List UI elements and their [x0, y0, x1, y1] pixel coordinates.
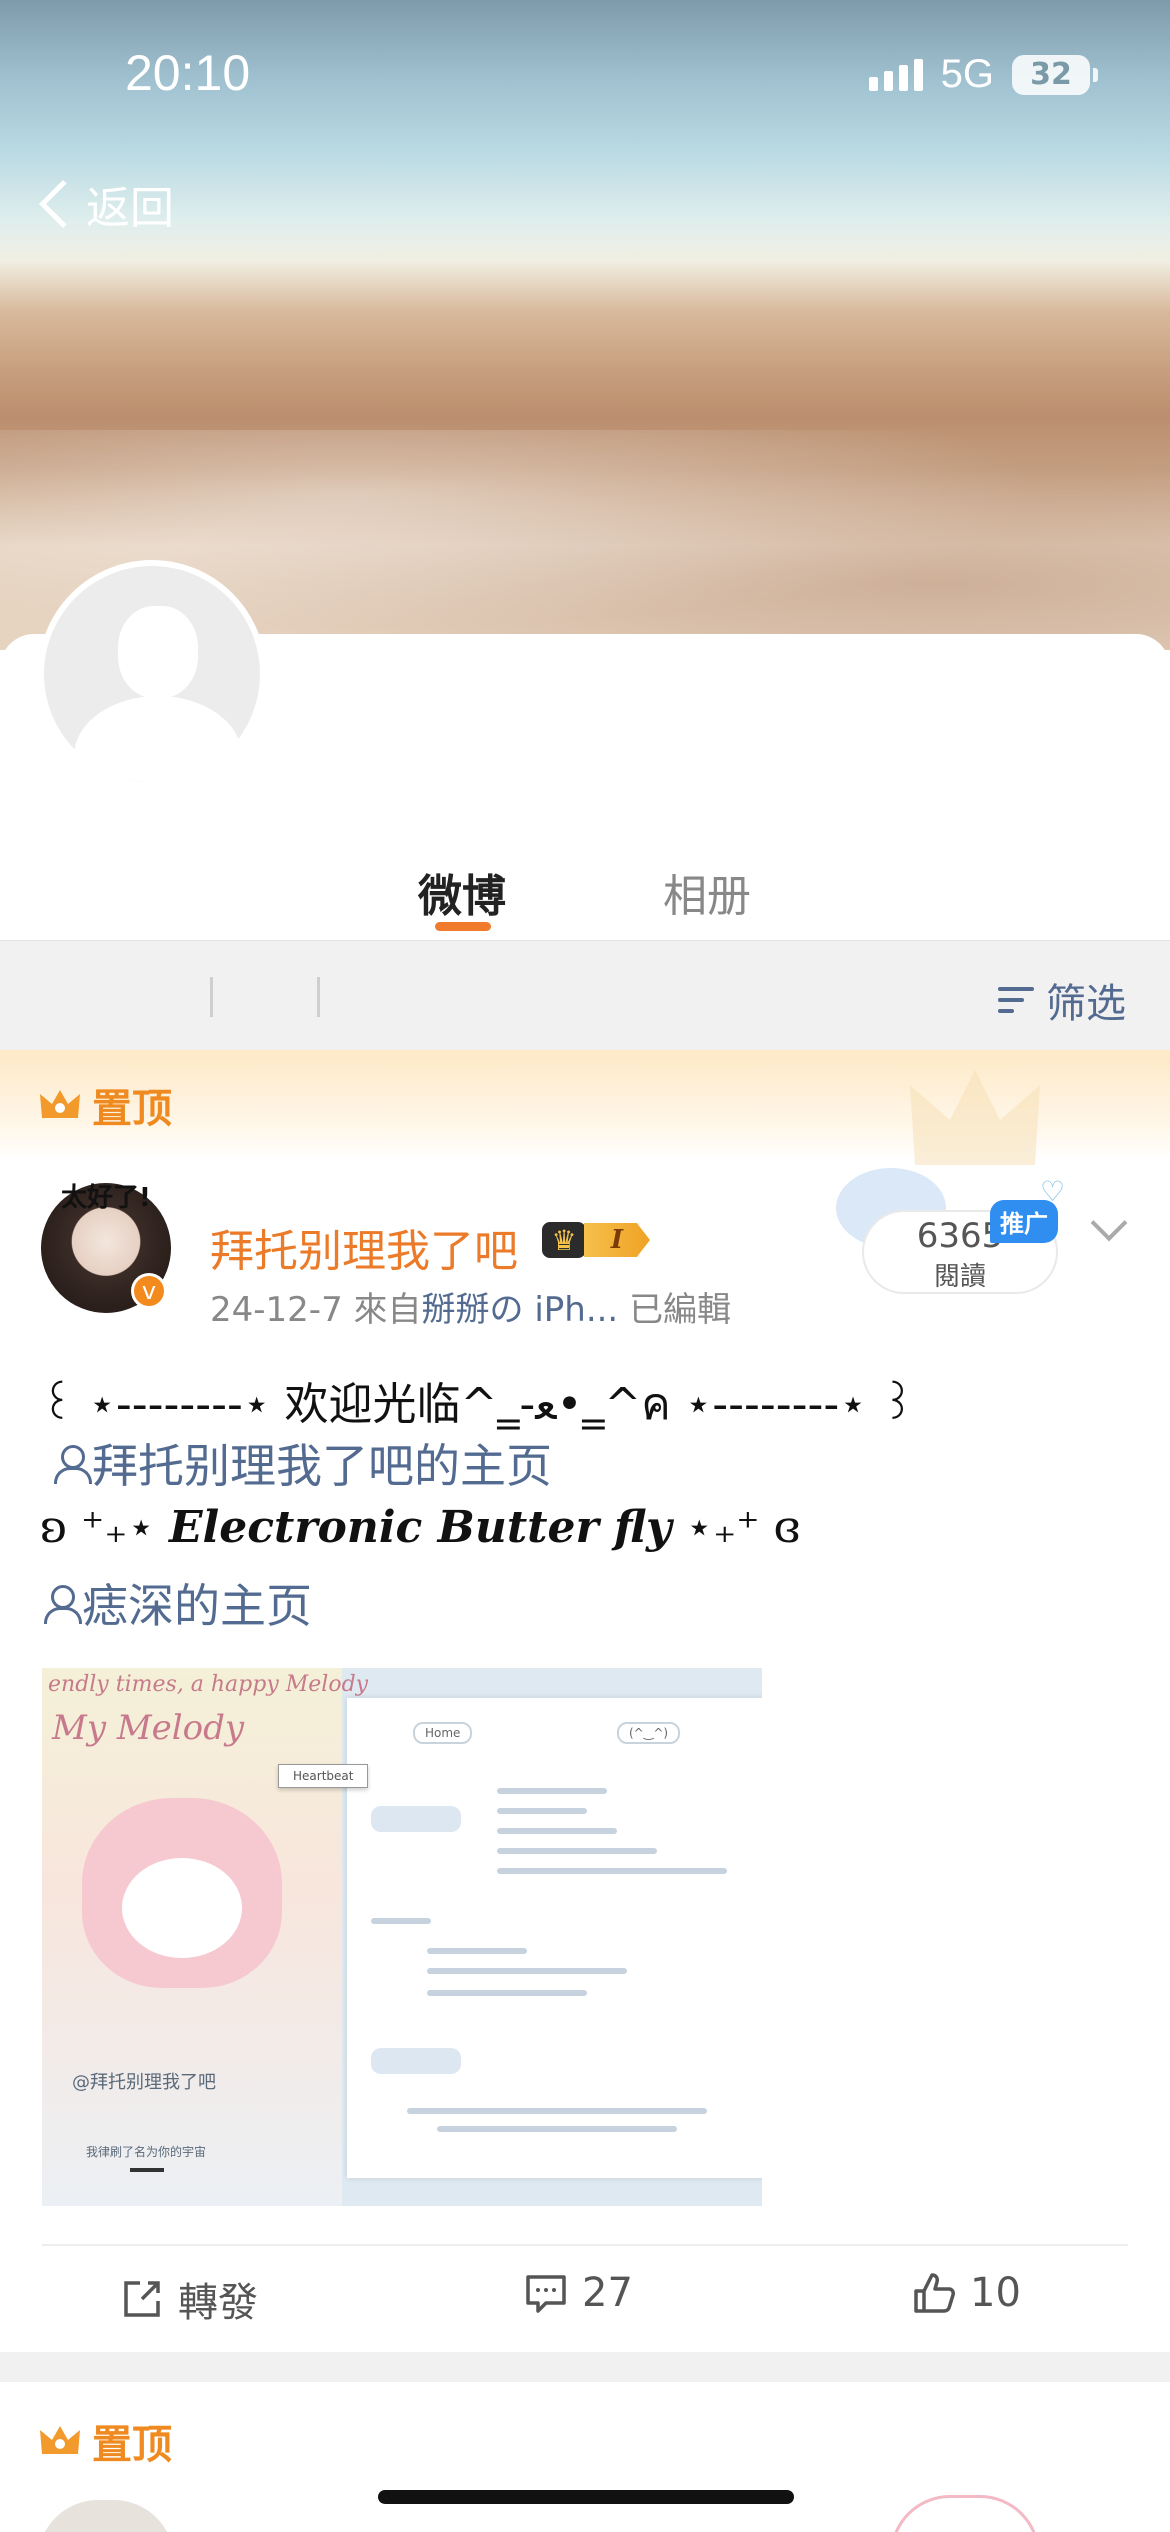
verified-icon: v — [131, 1273, 167, 1309]
status-indicators: 5G 32 — [868, 52, 1098, 97]
filter-icon — [998, 983, 1038, 1017]
image-right-panel: Home (^‿^) — [347, 1698, 762, 2178]
back-label: 返回 — [86, 183, 174, 234]
profile-link[interactable]: 痣深的主页 — [42, 1570, 312, 1636]
post-text-line: ꒰ ⋆‐‐‐‐‐‐‐‐⋆ 欢迎光临^‗-ﻌ•‗^ค ⋆‐‐‐‐‐‐‐‐⋆ ꒱ — [40, 1379, 916, 1430]
repost-button[interactable]: 轉發 — [120, 2270, 258, 2328]
heart-icon: ♡ — [1040, 1175, 1066, 1208]
network-type: 5G — [940, 52, 994, 96]
crown-icon — [38, 1086, 82, 1124]
post-emphasis-text: Electronic Butter fly — [168, 1502, 672, 1553]
post-date: 24-12-7 — [210, 1290, 343, 1330]
post-meta: 24-12-7 來自掰掰の iPh... 已編輯 — [210, 1282, 731, 1331]
tab-weibo[interactable]: 微博 — [418, 860, 506, 924]
comment-count: 27 — [582, 2270, 633, 2316]
divider — [210, 977, 213, 1017]
image-nav-pill: (^‿^) — [617, 1722, 681, 1744]
read-label: 閱讀 — [933, 1262, 986, 1292]
deco-suffix: ⋆₊⁺ ɞ — [671, 1502, 801, 1553]
actions-divider — [42, 2244, 1128, 2246]
edited-label: 已編輯 — [629, 1290, 732, 1330]
profile-avatar[interactable] — [38, 560, 266, 788]
pinned-header: 置顶 — [0, 1050, 1170, 1165]
back-chevron-icon — [38, 179, 88, 229]
post-source[interactable]: 掰掰の iPh... — [422, 1290, 619, 1330]
feed-separator — [0, 2352, 1170, 2382]
filter-button[interactable]: 筛选 — [998, 971, 1126, 1029]
divider — [317, 977, 320, 1017]
like-icon — [914, 2273, 955, 2313]
vip-level: I — [584, 1223, 650, 1257]
comment-icon — [526, 2275, 566, 2313]
pinned-badge: 置顶 — [38, 2412, 172, 2470]
battery-icon: 32 — [1012, 54, 1098, 95]
post-image[interactable]: endly times, a happy Melody My Melody @拜… — [42, 1668, 762, 2206]
signal-icon — [868, 58, 923, 91]
profile-link[interactable]: 拜托别理我了吧的主页 — [52, 1430, 552, 1496]
back-button[interactable]: 返回 — [34, 172, 174, 236]
active-tab-indicator — [435, 922, 491, 931]
repost-label: 轉發 — [178, 2280, 258, 2326]
post-text-line: ʚ ⁺₊⋆ Electronic Butter fly ⋆₊⁺ ɞ — [40, 1502, 801, 1553]
post-author-avatar[interactable]: 太好了! v — [38, 1180, 174, 1316]
image-handle: @拜托别理我了吧 — [72, 2072, 216, 2093]
image-caption: 我律刷了名为你的宇宙 — [86, 2145, 207, 2159]
vip-badge[interactable]: ♛ I — [542, 1222, 650, 1258]
image-tag: Heartbeat — [278, 1764, 369, 1788]
image-top-text: endly times, a happy Melody — [48, 1672, 369, 1697]
filter-bar: 筛选 — [0, 940, 1170, 1050]
pinned-label: 置顶 — [92, 2422, 172, 2468]
tab-album[interactable]: 相册 — [663, 860, 751, 924]
image-title: My Melody — [52, 1708, 245, 1748]
person-icon — [42, 1583, 82, 1624]
image-divider — [130, 2168, 164, 2172]
post-username[interactable]: 拜托别理我了吧 — [210, 1215, 518, 1279]
image-nav-pill: Home — [413, 1722, 473, 1744]
filter-label: 筛选 — [1046, 981, 1126, 1027]
avatar-caption: 太好了! — [61, 1183, 151, 1213]
home-indicator[interactable] — [378, 2490, 794, 2504]
profile-link-text: 拜托别理我了吧的主页 — [92, 1439, 552, 1493]
comment-button[interactable]: 27 — [524, 2270, 633, 2316]
deco-prefix: ʚ ⁺₊⋆ — [40, 1502, 169, 1553]
post-actions: 轉發 27 10 — [0, 2260, 1170, 2336]
status-time: 20:10 — [125, 45, 251, 101]
profile-tabs: 微博 相册 — [0, 860, 1170, 940]
crown-watermark-icon — [910, 1070, 1040, 1165]
pinned-label: 置顶 — [92, 1086, 172, 1132]
vip-crown-icon: ♛ — [542, 1222, 586, 1258]
my-melody-illustration — [82, 1798, 282, 1988]
source-prefix: 來自 — [353, 1290, 422, 1330]
pinned-badge: 置顶 — [38, 1076, 172, 1134]
like-count: 10 — [970, 2270, 1021, 2316]
crown-icon — [38, 2422, 82, 2460]
image-left-panel: endly times, a happy Melody My Melody @拜… — [42, 1668, 368, 2206]
profile-link-text: 痣深的主页 — [82, 1579, 312, 1633]
like-button[interactable]: 10 — [912, 2270, 1021, 2316]
person-icon — [52, 1443, 92, 1484]
repost-icon — [124, 2281, 160, 2317]
